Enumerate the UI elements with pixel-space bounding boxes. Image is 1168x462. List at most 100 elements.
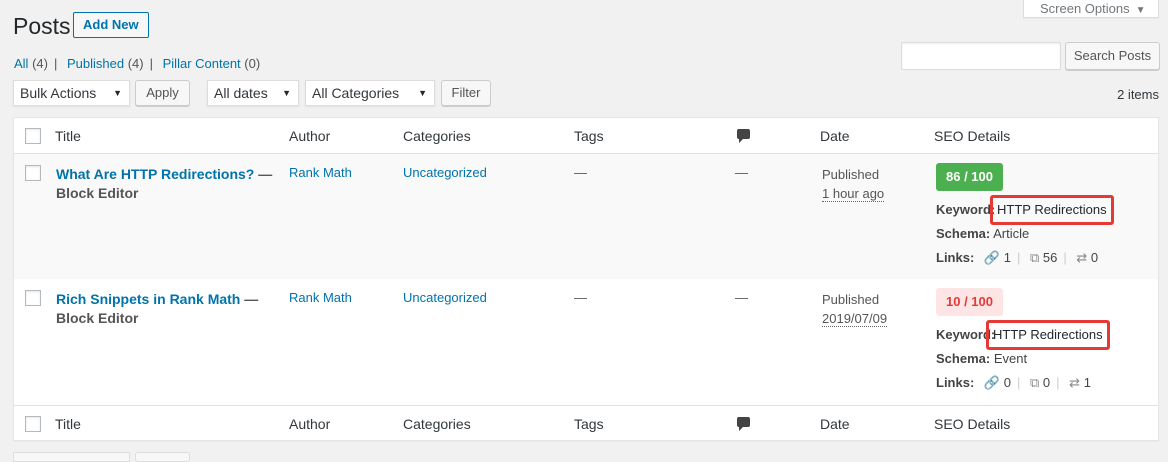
- links-label: Links:: [936, 250, 975, 265]
- post-date-status: Published: [822, 292, 880, 307]
- keyword-label: Keyword:: [936, 202, 996, 217]
- view-published-count: (4): [127, 56, 144, 71]
- post-tags: —: [574, 165, 587, 180]
- view-all-count: (4): [32, 56, 48, 71]
- post-author-link[interactable]: Rank Math: [289, 165, 352, 180]
- column-seo-details[interactable]: SEO Details: [934, 128, 1010, 144]
- select-arrow-icon: ▼: [418, 88, 427, 98]
- post-comments: —: [735, 165, 748, 180]
- post-date: Published 1 hour ago: [822, 165, 885, 203]
- column-author-footer: Author: [289, 416, 331, 432]
- row-checkbox[interactable]: [25, 290, 41, 306]
- incoming-links-count: 0: [1090, 250, 1099, 265]
- link-icon: 🔗: [983, 250, 1001, 265]
- post-title-link[interactable]: What Are HTTP Redirections?: [56, 166, 254, 182]
- schema-label: Schema:: [936, 351, 991, 366]
- post-comments: —: [735, 290, 748, 305]
- add-new-button[interactable]: Add New: [73, 12, 149, 38]
- screen-options-button[interactable]: Screen Options ▼: [1023, 0, 1159, 18]
- column-categories-footer: Categories: [403, 416, 471, 432]
- select-arrow-icon: ▼: [113, 88, 122, 98]
- bulk-actions-select[interactable]: Bulk Actions ▼: [13, 80, 130, 106]
- seo-schema: Schema: Event: [936, 351, 1027, 366]
- title-separator: —: [240, 291, 259, 307]
- table-row: Rich Snippets in Rank Math — Block Edito…: [14, 279, 1158, 405]
- post-category-link[interactable]: Uncategorized: [403, 290, 487, 305]
- select-all-checkbox-footer[interactable]: [25, 416, 41, 432]
- post-title-link[interactable]: Rich Snippets in Rank Math: [56, 291, 240, 307]
- post-date-when: 1 hour ago: [822, 186, 885, 202]
- column-tags-footer: Tags: [574, 416, 604, 432]
- bulk-actions-value: Bulk Actions: [20, 85, 97, 101]
- screen-options-label: Screen Options: [1040, 1, 1130, 16]
- categories-select[interactable]: All Categories ▼: [305, 80, 435, 106]
- column-seo-details-footer[interactable]: SEO Details: [934, 416, 1010, 432]
- internal-links-count: 1: [1003, 250, 1011, 265]
- internal-links-count: 0: [1003, 375, 1011, 390]
- view-published[interactable]: Published: [67, 56, 124, 71]
- shuffle-icon: ⇄: [1069, 375, 1081, 390]
- column-date[interactable]: Date: [820, 128, 850, 144]
- apply-button-bottom[interactable]: [135, 452, 190, 462]
- select-arrow-icon: ▼: [282, 88, 291, 98]
- incoming-links-count: 1: [1083, 375, 1091, 390]
- seo-links: Links: 🔗 1 | ⧉ 56 | ⇄ 0: [936, 250, 1099, 265]
- column-tags: Tags: [574, 128, 604, 144]
- post-title: Rich Snippets in Rank Math — Block Edito…: [56, 290, 281, 328]
- seo-score-badge: 10 / 100: [936, 288, 1003, 316]
- column-author: Author: [289, 128, 331, 144]
- post-state: Block Editor: [56, 185, 139, 201]
- view-pillar-count: (0): [244, 56, 261, 71]
- row-checkbox[interactable]: [25, 165, 41, 181]
- table-footer: Title Author Categories Tags Date SEO De…: [14, 405, 1158, 441]
- post-tags: —: [574, 290, 587, 305]
- categories-value: All Categories: [312, 85, 400, 101]
- external-links-count: 0: [1042, 375, 1051, 390]
- search-posts-button[interactable]: Search Posts: [1065, 42, 1160, 70]
- external-link-icon: ⧉: [1029, 375, 1040, 390]
- column-title[interactable]: Title: [55, 128, 81, 144]
- links-label: Links:: [936, 375, 975, 390]
- post-category-link[interactable]: Uncategorized: [403, 165, 487, 180]
- post-author-link[interactable]: Rank Math: [289, 290, 352, 305]
- schema-value: Article: [993, 226, 1030, 241]
- bulk-actions-select-bottom[interactable]: [13, 452, 130, 462]
- external-link-icon: ⧉: [1029, 250, 1040, 265]
- search-input[interactable]: [901, 42, 1061, 70]
- external-links-count: 56: [1042, 250, 1058, 265]
- apply-button[interactable]: Apply: [135, 80, 190, 106]
- comment-bubble-icon[interactable]: [737, 129, 750, 143]
- schema-label: Schema:: [936, 226, 991, 241]
- shuffle-icon: ⇄: [1076, 250, 1088, 265]
- column-date-footer[interactable]: Date: [820, 416, 850, 432]
- seo-schema: Schema: Article: [936, 226, 1029, 241]
- view-pillar-content[interactable]: Pillar Content: [163, 56, 241, 71]
- comment-bubble-icon[interactable]: [737, 417, 750, 431]
- column-title-footer[interactable]: Title: [55, 416, 81, 432]
- dates-select[interactable]: All dates ▼: [207, 80, 299, 106]
- post-date: Published 2019/07/09: [822, 290, 888, 328]
- select-all-checkbox[interactable]: [25, 128, 41, 144]
- posts-table: Title Author Categories Tags Date SEO De…: [13, 117, 1159, 441]
- dates-value: All dates: [214, 85, 268, 101]
- post-date-when: 2019/07/09: [822, 311, 888, 327]
- schema-value: Event: [993, 351, 1028, 366]
- seo-score-badge: 86 / 100: [936, 163, 1003, 191]
- seo-keyword: Keyword:: [936, 202, 995, 217]
- post-date-status: Published: [822, 167, 880, 182]
- table-header: Title Author Categories Tags Date SEO De…: [14, 118, 1158, 154]
- items-count: 2 items: [1117, 87, 1159, 102]
- column-categories: Categories: [403, 128, 471, 144]
- post-title: What Are HTTP Redirections? — Block Edit…: [56, 165, 281, 203]
- table-row: What Are HTTP Redirections? — Block Edit…: [14, 154, 1158, 279]
- post-state: Block Editor: [56, 310, 139, 326]
- link-icon: 🔗: [983, 375, 1001, 390]
- seo-links: Links: 🔗 0 | ⧉ 0 | ⇄ 1: [936, 375, 1091, 390]
- keyword-highlight-box: HTTP Redirections: [990, 195, 1114, 225]
- page-title: Posts: [13, 13, 71, 39]
- filter-button[interactable]: Filter: [441, 80, 491, 106]
- view-all[interactable]: All: [14, 56, 28, 71]
- title-separator: —: [254, 166, 273, 182]
- keyword-highlight-box: HTTP Redirections: [986, 320, 1110, 350]
- view-filters: All (4) | Published (4) | Pillar Content (…: [14, 56, 261, 71]
